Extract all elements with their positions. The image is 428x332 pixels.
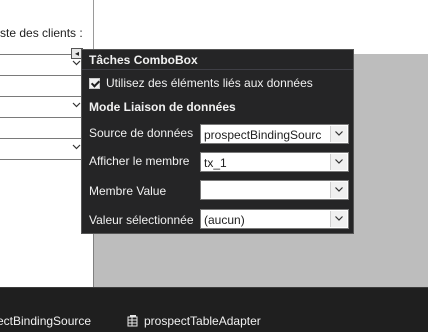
component-tray: ectBindingSource prospectTableAdapter xyxy=(0,287,428,332)
table-adapter-icon xyxy=(127,315,139,327)
chevron-down-icon xyxy=(72,142,81,153)
use-data-bound-items-label: Utilisez des éléments liés aux données xyxy=(106,76,313,90)
chevron-down-icon xyxy=(72,100,81,111)
data-binding-mode-heading: Mode Liaison de données xyxy=(89,100,236,114)
chevron-down-icon[interactable] xyxy=(330,182,347,198)
clients-list-label: ste des clients : xyxy=(0,26,83,40)
chevron-down-icon xyxy=(72,58,81,69)
tasks-panel-title: Tâches ComboBox xyxy=(89,53,198,67)
use-data-bound-items-checkbox[interactable]: Utilisez des éléments liés aux données xyxy=(89,76,313,90)
combobox-3[interactable] xyxy=(0,138,85,160)
data-source-label: Source de données xyxy=(89,126,194,140)
value-member-label: Membre Value xyxy=(89,184,167,198)
data-source-select[interactable]: prospectBindingSourc xyxy=(200,124,349,144)
form-divider xyxy=(93,0,94,54)
chevron-down-icon[interactable] xyxy=(330,211,347,227)
display-member-label: Afficher le membre xyxy=(89,154,190,168)
display-member-select[interactable]: tx_1 xyxy=(200,152,349,172)
tray-item-table-adapter[interactable]: prospectTableAdapter xyxy=(127,314,261,328)
selected-value-value: (aucun) xyxy=(204,213,245,227)
tray-item-label: ectBindingSource xyxy=(0,314,92,328)
selected-value-label: Valeur sélectionnée xyxy=(89,213,194,227)
tray-item-label: prospectTableAdapter xyxy=(144,314,261,328)
chevron-down-icon[interactable] xyxy=(330,126,347,142)
checkbox-checked-icon[interactable] xyxy=(89,77,100,89)
value-member-select[interactable] xyxy=(200,180,349,200)
divider xyxy=(82,69,353,70)
display-member-value: tx_1 xyxy=(204,156,227,170)
selected-value-select[interactable]: (aucun) xyxy=(200,209,349,229)
chevron-down-icon[interactable] xyxy=(330,154,347,170)
tray-item-binding-source[interactable]: ectBindingSource xyxy=(0,314,91,328)
data-source-value: prospectBindingSourc xyxy=(204,128,322,142)
combobox-tasks-panel: Tâches ComboBox Utilisez des éléments li… xyxy=(81,49,354,234)
combobox-2[interactable] xyxy=(0,96,85,118)
